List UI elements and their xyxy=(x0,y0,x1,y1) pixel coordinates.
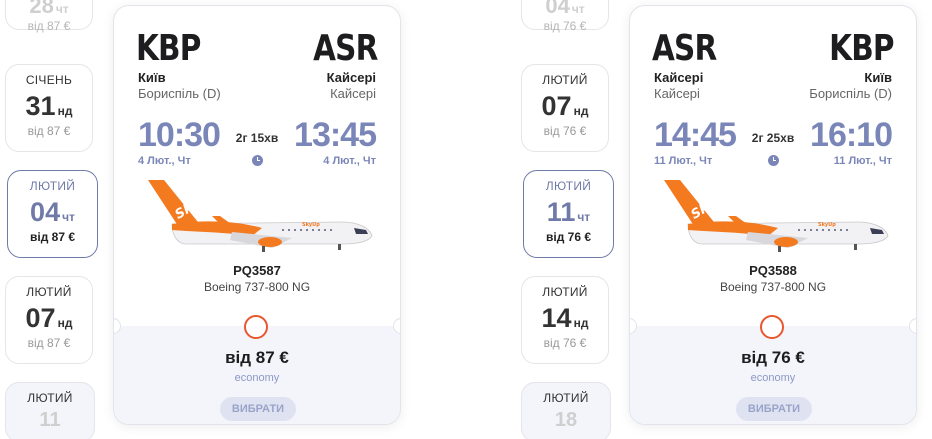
select-radio[interactable] xyxy=(760,315,784,339)
date-option[interactable]: СІЧЕНЬ 31 нд від 87 € xyxy=(5,64,93,152)
date-month: ЛЮТИЙ xyxy=(27,391,73,405)
flight-number: PQ3587 xyxy=(233,263,281,278)
date-month: ЛЮТИЙ xyxy=(26,285,72,299)
origin-airport: Кайсері xyxy=(654,86,700,101)
select-button[interactable]: ВИБРАТИ xyxy=(220,397,296,421)
date-option[interactable]: ЛЮТИЙ 07 нд від 76 € xyxy=(521,64,609,152)
arrival-date: 11 Лют., Чт xyxy=(833,155,892,167)
date-day-number: 07 xyxy=(25,303,56,333)
date-option[interactable]: ЛЮТИЙ 11 xyxy=(5,382,95,439)
date-option-selected[interactable]: ЛЮТИЙ 04 чт від 87 € xyxy=(7,170,98,258)
origin-code: KBP xyxy=(136,28,201,69)
date-price: від 87 € xyxy=(27,336,71,350)
fare-class: economy xyxy=(234,372,280,384)
date-option[interactable]: 04 чт від 76 € xyxy=(521,0,609,33)
date-weekday: нд xyxy=(57,316,73,330)
date-weekday: чт xyxy=(577,210,591,224)
origin-city: Київ xyxy=(138,70,166,85)
flight-duration: 2г 25хв xyxy=(751,131,795,145)
select-radio[interactable] xyxy=(244,315,268,339)
fare-price: від 87 € xyxy=(225,348,289,367)
date-month: ЛЮТИЙ xyxy=(545,179,592,193)
date-price: від 87 € xyxy=(27,19,71,33)
date-day-number: 11 xyxy=(546,197,576,227)
date-day-number: 31 xyxy=(25,91,56,121)
flight-card[interactable]: ASR KBP Кайсері Київ Кайсері Бориспіль (… xyxy=(629,5,917,425)
destination-code: ASR xyxy=(313,28,379,69)
select-button[interactable]: ВИБРАТИ xyxy=(736,397,812,421)
date-weekday: чт xyxy=(571,2,585,16)
date-day-number: 28 xyxy=(29,0,54,18)
date-month: ЛЮТИЙ xyxy=(542,73,588,87)
date-month: ЛЮТИЙ xyxy=(29,179,76,193)
airplane-image: SkyUp SkyUp xyxy=(148,180,373,252)
date-selector: 04 чт від 76 € ЛЮТИЙ 07 нд від 76 € ЛЮТИЙ … xyxy=(521,0,614,439)
date-price: від 76 € xyxy=(543,19,587,33)
origin-city: Кайсері xyxy=(654,70,704,85)
destination-code: KBP xyxy=(829,28,894,69)
airline-logo-text: SkyUp xyxy=(689,186,737,222)
date-weekday: чт xyxy=(55,2,69,16)
date-day-number: 14 xyxy=(541,303,572,333)
origin-airport: Бориспіль (D) xyxy=(138,86,221,101)
destination-airport: Кайсері xyxy=(330,86,376,101)
date-weekday: нд xyxy=(57,104,73,118)
aircraft-type: Boeing 737-800 NG xyxy=(203,280,311,294)
date-weekday: нд xyxy=(573,104,589,118)
date-option[interactable]: ЛЮТИЙ 07 нд від 87 € xyxy=(5,276,93,364)
fare-class: economy xyxy=(750,372,796,384)
destination-city: Кайсері xyxy=(326,70,376,85)
date-option[interactable]: 28 чт від 87 € xyxy=(5,0,93,33)
date-day-number: 04 xyxy=(545,0,570,18)
date-month: ЛЮТИЙ xyxy=(543,391,589,405)
date-month: ЛЮТИЙ xyxy=(542,285,588,299)
date-day-number: 07 xyxy=(541,91,572,121)
flight-duration: 2г 15хв xyxy=(235,131,279,145)
destination-city: Київ xyxy=(864,70,892,85)
destination-airport: Бориспіль (D) xyxy=(809,86,892,101)
fuselage-logo-text: SkyUp xyxy=(302,222,320,228)
fare-price: від 76 € xyxy=(741,348,805,367)
aircraft-type: Boeing 737-800 NG xyxy=(719,280,827,294)
clock-icon xyxy=(252,155,263,166)
origin-code: ASR xyxy=(652,28,717,69)
return-panel: 04 чт від 76 € ЛЮТИЙ 07 нд від 76 € ЛЮТИЙ … xyxy=(516,0,932,439)
clock-icon xyxy=(768,155,779,166)
date-month: СІЧЕНЬ xyxy=(25,73,73,87)
date-day-number: 11 xyxy=(39,409,61,431)
date-day-number: 04 xyxy=(30,197,61,227)
date-day-number: 18 xyxy=(554,409,578,431)
date-weekday: чт xyxy=(62,210,75,224)
date-option[interactable]: ЛЮТИЙ 14 нд від 76 € xyxy=(521,276,609,364)
fuselage-logo-text: SkyUp xyxy=(818,222,836,228)
departure-date: 4 Лют., Чт xyxy=(138,155,191,167)
date-price: від 76 € xyxy=(543,124,587,138)
date-option-selected[interactable]: ЛЮТИЙ 11 чт від 76 € xyxy=(523,170,614,258)
airplane-image: SkyUp SkyUp xyxy=(664,180,889,252)
date-price: від 76 € xyxy=(545,230,592,244)
date-weekday: нд xyxy=(573,316,589,330)
date-price: від 87 € xyxy=(29,230,76,244)
airline-logo-text: SkyUp xyxy=(173,186,221,222)
flight-number: PQ3588 xyxy=(749,263,797,278)
outbound-panel: 28 чт від 87 € СІЧЕНЬ 31 нд від 87 € ЛЮТИЙ… xyxy=(0,0,420,439)
date-option[interactable]: ЛЮТИЙ 18 xyxy=(521,382,611,439)
date-price: від 76 € xyxy=(543,336,587,350)
arrival-date: 4 Лют., Чт xyxy=(323,155,376,167)
date-selector: 28 чт від 87 € СІЧЕНЬ 31 нд від 87 € ЛЮТИЙ… xyxy=(5,0,98,439)
flight-card[interactable]: KBP ASR Київ Кайсері Бориспіль (D) Кайсе… xyxy=(113,5,401,425)
date-price: від 87 € xyxy=(27,124,71,138)
departure-date: 11 Лют., Чт xyxy=(654,155,713,167)
